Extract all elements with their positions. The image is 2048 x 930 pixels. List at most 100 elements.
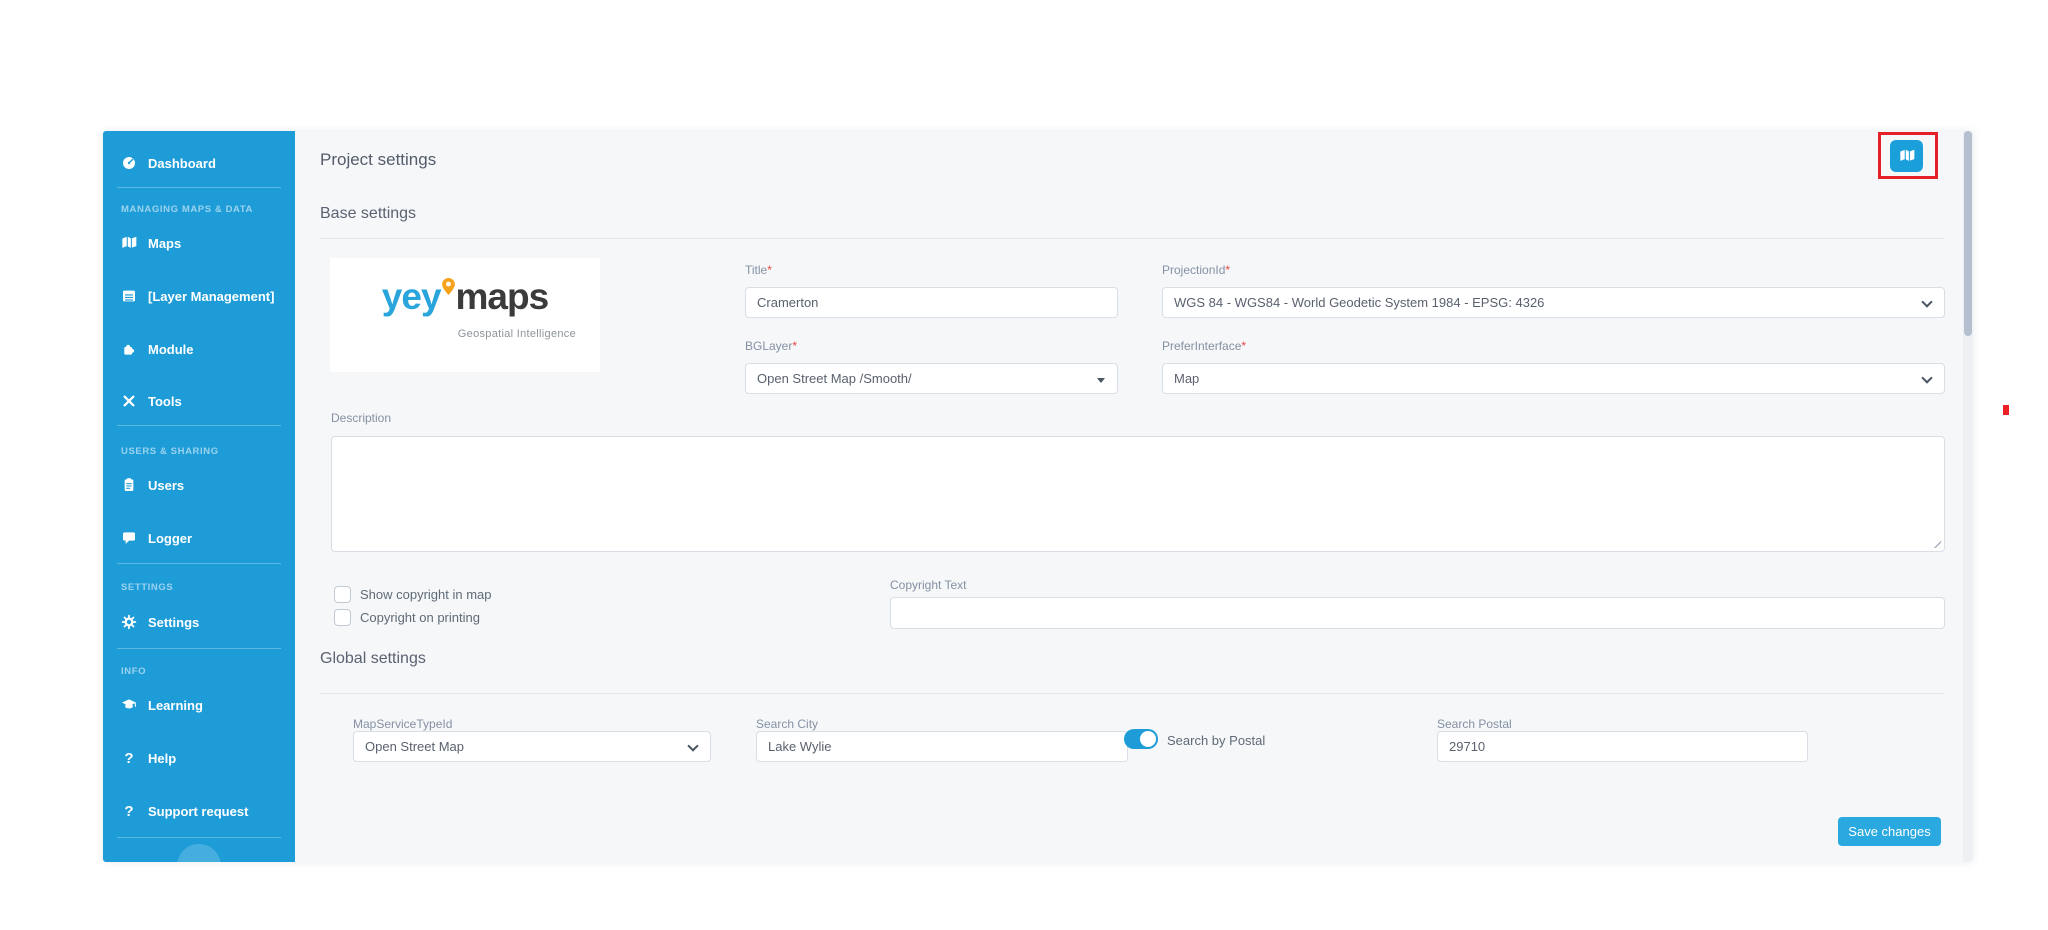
mapservicetypeid-select[interactable]: Open Street Map: [353, 731, 711, 762]
sidebar-item-label: Learning: [148, 697, 203, 713]
mapservicetypeid-field-label: MapServiceTypeId: [353, 717, 453, 731]
required-asterisk: *: [1241, 339, 1247, 353]
sidebar-item-layer-management[interactable]: [Layer Management]: [121, 285, 274, 307]
bglayer-select[interactable]: Open Street Map /Smooth/: [745, 363, 1118, 394]
sidebar-item-help[interactable]: ? Help: [121, 747, 176, 769]
logo-text-maps: maps: [455, 276, 550, 317]
clipboard-icon: [124, 478, 134, 491]
title-field-label: Title*: [745, 263, 772, 277]
sidebar-item-label: Settings: [148, 614, 200, 630]
search-city-field-label: Search City: [756, 717, 819, 731]
resize-handle-icon[interactable]: [1931, 538, 1941, 548]
sidebar-divider: [117, 837, 281, 838]
sidebar-item-dashboard[interactable]: Dashboard: [121, 152, 216, 174]
question-mark-icon: ?: [124, 749, 134, 767]
section-divider: [320, 238, 1945, 239]
sidebar-divider: [117, 425, 281, 426]
preferinterface-selected-value: Map: [1174, 371, 1200, 386]
bglayer-field-label: BGLayer*: [745, 339, 798, 353]
show-copyright-in-map-checkbox[interactable]: [334, 586, 351, 603]
question-mark-icon: ?: [124, 802, 134, 820]
scrollbar[interactable]: [1963, 131, 1973, 862]
sidebar-item-label: Tools: [148, 393, 182, 409]
sidebar-item-label: Help: [148, 750, 177, 766]
search-by-postal-toggle[interactable]: [1124, 729, 1158, 749]
sidebar-item-label: Logger: [148, 530, 193, 546]
sidebar-item-settings[interactable]: Settings: [121, 611, 199, 633]
logo-subtitle: Geospatial Intelligence: [457, 328, 576, 340]
title-input[interactable]: [745, 287, 1118, 318]
puzzle-icon: [124, 344, 135, 355]
page-title: Project settings: [320, 150, 437, 169]
projectionid-field-label: ProjectionId*: [1162, 263, 1231, 277]
app-window: Dashboard MANAGING MAPS & DATA Maps [Lay…: [103, 131, 1973, 862]
project-logo: yey maps Geospatial Intelligence: [330, 258, 600, 372]
copyright-on-printing-checkbox[interactable]: [334, 609, 351, 626]
mapservicetypeid-selected-value: Open Street Map: [365, 739, 464, 754]
sidebar-item-maps[interactable]: Maps: [121, 232, 181, 254]
logo-text-yey: yey: [381, 276, 442, 317]
show-copyright-in-map-row[interactable]: Show copyright in map: [334, 586, 492, 603]
copyright-text-field-label: Copyright Text: [890, 578, 967, 592]
sidebar-item-label: Maps: [148, 235, 182, 251]
map-view-button[interactable]: [1890, 140, 1923, 172]
section-divider: [320, 693, 1945, 694]
sidebar-item-logger[interactable]: Logger: [121, 527, 192, 549]
preferinterface-field-label: PreferInterface*: [1162, 339, 1247, 353]
projectionid-select[interactable]: WGS 84 - WGS84 - World Geodetic System 1…: [1162, 287, 1945, 318]
sidebar-section-settings: SETTINGS: [121, 582, 174, 593]
sidebar-item-label: [Layer Management]: [148, 288, 275, 304]
global-settings-heading: Global settings: [320, 650, 426, 667]
required-asterisk: *: [1225, 263, 1231, 277]
search-by-postal-label: Search by Postal: [1167, 733, 1266, 748]
chat-bubble-icon: [123, 532, 135, 544]
sidebar-item-label: Dashboard: [148, 155, 216, 171]
chevron-down-icon: [687, 740, 699, 752]
sidebar-item-tools[interactable]: Tools: [121, 390, 182, 412]
user-avatar[interactable]: [177, 844, 221, 862]
description-field-label: Description: [331, 411, 392, 425]
sidebar-item-module[interactable]: Module: [121, 338, 194, 360]
sidebar-item-users[interactable]: Users: [121, 474, 184, 496]
copyright-on-printing-row[interactable]: Copyright on printing: [334, 609, 480, 626]
search-postal-input[interactable]: [1437, 731, 1808, 762]
chevron-down-icon: [1921, 296, 1933, 308]
dashboard-icon: [123, 157, 135, 169]
sidebar-item-label: Support request: [148, 803, 249, 819]
map-pin-icon: [441, 262, 455, 295]
sidebar-divider: [117, 563, 281, 564]
sidebar-item-label: Users: [148, 477, 185, 493]
sidebar-item-label: Module: [148, 341, 194, 357]
map-icon: [1899, 149, 1914, 161]
logo-wordmark: yey maps: [330, 276, 600, 318]
red-cursor-artifact: [2003, 405, 2009, 415]
map-icon: [122, 236, 137, 248]
checkbox-label: Copyright on printing: [360, 610, 480, 625]
sidebar-divider: [117, 187, 281, 188]
projectionid-selected-value: WGS 84 - WGS84 - World Geodetic System 1…: [1174, 295, 1545, 310]
layers-icon: [123, 290, 135, 302]
sidebar: Dashboard MANAGING MAPS & DATA Maps [Lay…: [103, 131, 295, 862]
caret-down-icon: [1097, 378, 1105, 383]
bglayer-selected-value: Open Street Map /Smooth/: [757, 371, 912, 386]
save-changes-button[interactable]: Save changes: [1838, 817, 1941, 846]
description-textarea[interactable]: [331, 436, 1945, 552]
sidebar-section-managing-maps: MANAGING MAPS & DATA: [121, 204, 253, 215]
search-postal-field-label: Search Postal: [1437, 717, 1512, 731]
toggle-knob: [1140, 731, 1156, 747]
sidebar-item-support-request[interactable]: ? Support request: [121, 800, 248, 822]
required-asterisk: *: [767, 263, 772, 277]
preferinterface-select[interactable]: Map: [1162, 363, 1945, 394]
sidebar-divider: [117, 648, 281, 649]
graduation-cap-icon: [122, 699, 136, 709]
required-asterisk: *: [792, 339, 798, 353]
copyright-text-input[interactable]: [890, 597, 1945, 629]
sidebar-item-learning[interactable]: Learning: [121, 694, 203, 716]
tools-icon: [123, 395, 135, 407]
gear-icon: [121, 614, 137, 630]
sidebar-section-info: INFO: [121, 666, 147, 677]
search-city-input[interactable]: [756, 731, 1128, 762]
chevron-down-icon: [1921, 372, 1933, 384]
sidebar-section-users-sharing: USERS & SHARING: [121, 446, 219, 457]
scrollbar-thumb[interactable]: [1964, 131, 1972, 336]
